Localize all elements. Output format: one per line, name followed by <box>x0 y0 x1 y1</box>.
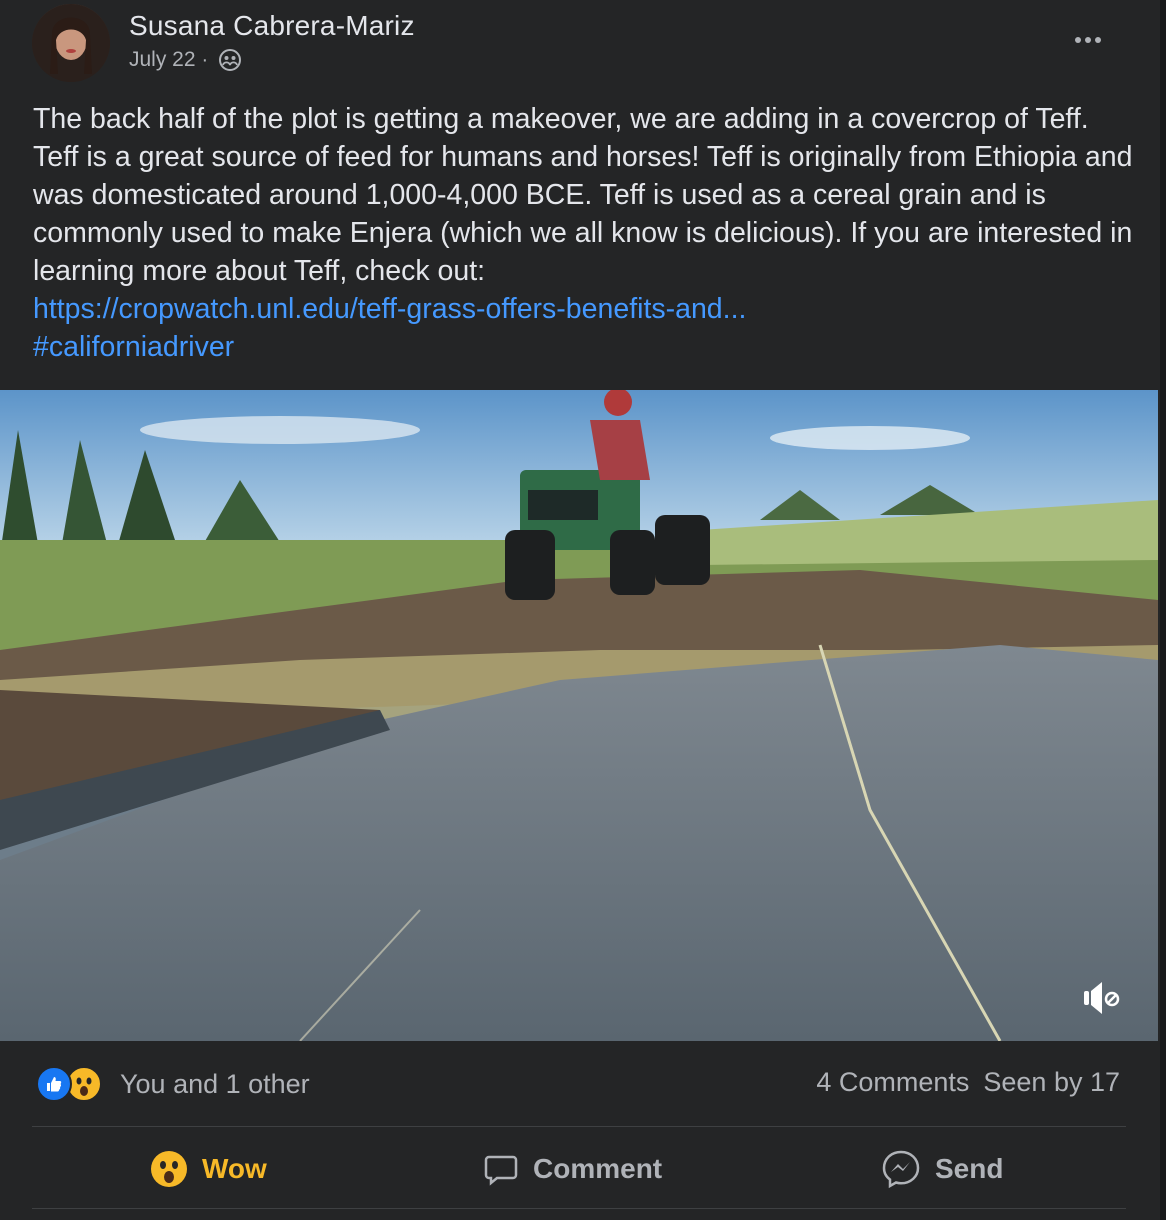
post-text: The back half of the plot is getting a m… <box>33 100 1133 366</box>
comment-label: Comment <box>533 1153 663 1184</box>
engagement-counts: 4 Comments Seen by 17 <box>816 1067 1120 1098</box>
seen-count[interactable]: Seen by 17 <box>983 1067 1120 1098</box>
hashtag-link[interactable]: #californiadriver <box>33 328 1133 366</box>
video-frame <box>0 390 1158 1041</box>
divider <box>32 1208 1126 1209</box>
window-edge <box>1160 0 1166 1220</box>
wow-icon <box>151 1151 187 1187</box>
meta-separator: · <box>201 48 209 71</box>
reactions-summary[interactable]: You and 1 other <box>36 1066 310 1102</box>
comments-count[interactable]: 4 Comments <box>816 1067 969 1098</box>
post-date[interactable]: July 22 <box>129 48 196 72</box>
like-icon <box>36 1066 72 1102</box>
friends-icon[interactable] <box>218 48 242 72</box>
wow-label: Wow <box>202 1153 267 1184</box>
messenger-icon <box>882 1150 920 1189</box>
comment-button[interactable]: Comment <box>483 1145 662 1193</box>
more-options-icon[interactable] <box>1068 26 1108 54</box>
post-body: The back half of the plot is getting a m… <box>33 103 1133 287</box>
wow-reaction-button[interactable]: Wow <box>150 1145 267 1193</box>
send-label: Send <box>935 1153 1004 1184</box>
author-avatar[interactable] <box>32 4 110 82</box>
author-name[interactable]: Susana Cabrera-Mariz <box>129 10 415 42</box>
comment-icon <box>484 1155 518 1186</box>
reactions-text[interactable]: You and 1 other <box>120 1069 310 1100</box>
post-link[interactable]: https://cropwatch.unl.edu/teff-grass-off… <box>33 290 1133 328</box>
post-video[interactable] <box>0 390 1158 1041</box>
sound-off-icon[interactable] <box>1080 975 1126 1021</box>
post-meta: July 22 · <box>129 48 242 72</box>
post-card: Susana Cabrera-Mariz July 22 · The back … <box>0 0 1160 1220</box>
send-button[interactable]: Send <box>881 1145 1003 1193</box>
divider <box>32 1126 1126 1127</box>
